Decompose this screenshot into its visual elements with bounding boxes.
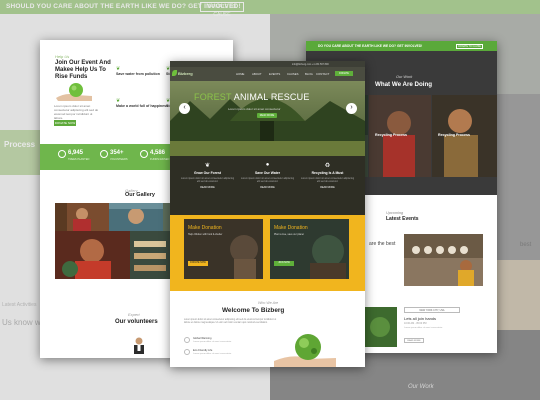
events-title: Latest Events	[386, 216, 419, 222]
nav-about[interactable]: ABOUT	[252, 72, 262, 76]
welcome-description: Lorem ipsum dolor sit amet consectetur a…	[184, 319, 277, 324]
feature-desc: Lorem ipsum dolor sit amet consectetur a…	[180, 177, 235, 183]
section-label: Our Work	[396, 75, 413, 79]
event-image[interactable]	[404, 234, 483, 286]
feature-desc: Lorem ipsum dolor sit amet consectetur a…	[240, 177, 295, 183]
welcome-item-title: Global Warming	[193, 337, 212, 340]
stat-number: 4,586	[150, 150, 166, 156]
welcome-label: Who We Are	[258, 301, 279, 305]
donation-title: Make Donation	[188, 225, 222, 231]
contact-info: info@bizberg.com +1 234 567 890	[292, 62, 329, 66]
hero-title-rest: ANIMAL RESCUE	[231, 92, 310, 102]
donation-button[interactable]: DONATE NOW	[188, 261, 208, 266]
top-info-bar-text: DO YOU CARE ABOUT THE EARTH LIKE WE DO? …	[318, 44, 423, 48]
center-page-preview: info@bizberg.com +1 234 567 890 Bizberg …	[170, 61, 365, 367]
best-text: are the best	[369, 241, 396, 247]
feature-title: Make a world full of happiness	[116, 104, 169, 108]
hands-holding-earth-image	[274, 334, 336, 367]
hero-subtitle: Lorem ipsum dolor sit amet consectetur	[228, 107, 281, 111]
leaf-icon	[184, 349, 190, 355]
event-desc: Lorem ipsum dolor sit amet consectetur.	[404, 327, 443, 329]
hero-title-highlight: FOREST	[194, 92, 232, 102]
bg-process-heading: Process	[4, 140, 36, 149]
stat-circle-icon	[58, 150, 66, 158]
hero-title: FOREST ANIMAL RESCUE	[194, 92, 310, 102]
donation-title: Make Donation	[274, 225, 308, 231]
stat-number: 6,945	[68, 150, 84, 156]
feature-card: ❦ Grow Our Forest Lorem ipsum dolor sit …	[180, 162, 235, 189]
bg-top-bar-button[interactable]: DONATE TO CAUSE	[200, 2, 244, 18]
feature-desc: Lorem ipsum dolor sit amet consectetur a…	[300, 177, 355, 183]
stat-circle-icon	[140, 150, 148, 158]
feature-read-more-link[interactable]: READ MORE	[240, 186, 295, 189]
donation-box: Make Donation Help children with food & …	[184, 219, 263, 279]
bg-know-text: Us know wi	[2, 318, 43, 327]
volunteer-avatar	[134, 337, 144, 354]
event-meta: 10:00 AM - 05:00 PM	[404, 322, 427, 325]
bg-small-caption: Latest Activities	[2, 302, 37, 308]
gallery-image[interactable]	[55, 231, 130, 279]
event-image[interactable]	[364, 307, 397, 347]
nav-blog[interactable]: BLOG	[305, 72, 313, 76]
stat-label: TREES PLANTED	[68, 158, 90, 161]
bg-best-text: best	[520, 242, 532, 248]
section-title: What We Are Doing	[375, 81, 433, 88]
site-logo[interactable]: Bizberg	[178, 71, 193, 76]
recycle-icon: ♻	[324, 163, 331, 169]
tile-label: Recycling Process	[375, 133, 407, 137]
nav-causes[interactable]: CAUSES	[287, 72, 299, 76]
feature-title: Save Our Water	[254, 171, 281, 175]
events-label: Upcoming	[386, 211, 404, 215]
event-date-tag: NEW YORK CITY, USA	[404, 307, 460, 313]
donate-now-button[interactable]: DONATE NOW	[54, 120, 76, 126]
feature-read-more-link[interactable]: READ MORE	[300, 186, 355, 189]
stat-label: FUNDS RAISED	[150, 158, 170, 161]
nav-contact[interactable]: CONTACT	[316, 72, 329, 76]
globe-icon	[184, 337, 190, 343]
gallery-title: Our Gallery	[125, 192, 155, 198]
read-more-button[interactable]: READ MORE	[404, 338, 424, 343]
volunteers-label: Expert	[128, 312, 140, 317]
slider-next-icon[interactable]: ›	[346, 103, 357, 114]
gallery-image[interactable]	[109, 203, 163, 231]
slider-prev-icon[interactable]: ‹	[179, 103, 190, 114]
feature-title: Save water from pollution	[116, 72, 160, 76]
donation-box: Make Donation Plant a tree, save our pla…	[270, 219, 349, 279]
donate-to-cause-button[interactable]: DONATE TO CAUSE	[456, 43, 483, 49]
donation-desc: Plant a tree, save our planet	[274, 233, 304, 236]
stat-number: 354+	[110, 150, 124, 156]
tile-label: Recycling Process	[438, 133, 470, 137]
feature-card: ● Save Our Water Lorem ipsum dolor sit a…	[240, 162, 295, 189]
bg-our-work: Our Work	[408, 384, 434, 390]
join-intro: Lorem ipsum dolor sit amet consectetur a…	[54, 104, 99, 120]
welcome-title: Welcome To Bizberg	[222, 307, 285, 314]
gallery-image[interactable]	[55, 203, 109, 231]
stat-label: VOLUNTEERS	[110, 158, 128, 161]
hero-read-more-button[interactable]: READ MORE	[257, 113, 277, 118]
hand-with-globe-image	[56, 83, 92, 101]
feature-read-more-link[interactable]: READ MORE	[180, 186, 235, 189]
donation-desc: Help children with food & shelter	[188, 233, 223, 236]
feature-title: Grow Our Forest	[194, 171, 221, 175]
feature-card: ♻ Recycling Is A Must Lorem ipsum dolor …	[300, 162, 355, 189]
nav-donate-button[interactable]: DONATE	[335, 71, 353, 76]
join-label: Help Us	[55, 54, 70, 59]
volunteers-title: Our volunteers	[115, 319, 158, 325]
welcome-item-title: Eco Friendly Life	[193, 349, 213, 352]
welcome-item-desc: Lorem ipsum dolor sit amet consectetur	[193, 341, 232, 343]
stat-circle-icon	[100, 150, 108, 158]
event-title[interactable]: Lets all join hands	[404, 316, 436, 321]
join-title: Join Our Event And Makee Help Us To Rise…	[55, 60, 111, 80]
nav-home[interactable]: HOME	[236, 72, 244, 76]
feature-title: Recycling Is A Must	[311, 171, 344, 175]
welcome-item-desc: Lorem ipsum dolor sit amet consectetur	[193, 353, 232, 355]
gallery-image[interactable]	[130, 231, 170, 279]
nav-events[interactable]: EVENTS	[269, 72, 280, 76]
water-drop-icon: ●	[265, 162, 270, 168]
donation-button[interactable]: JOIN NOW	[274, 261, 294, 266]
leaf-icon: ❦	[204, 163, 211, 169]
